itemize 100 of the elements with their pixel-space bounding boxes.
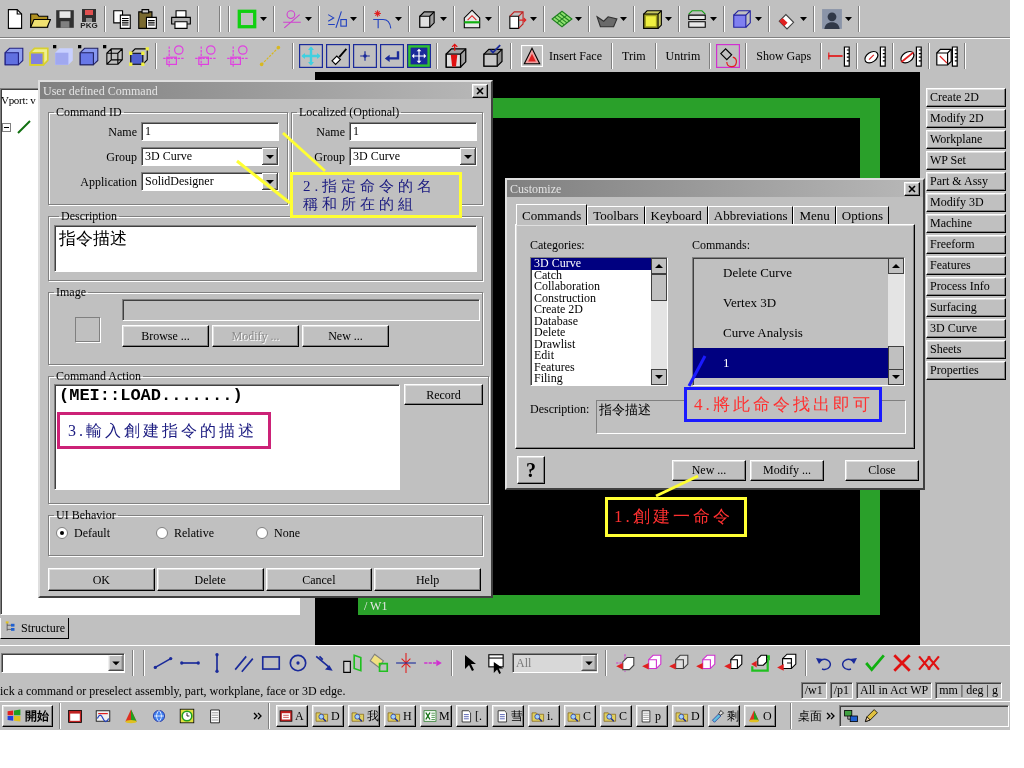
check-icon[interactable] xyxy=(864,652,886,674)
asterisk-curve-icon[interactable] xyxy=(371,7,393,30)
taskbar-button[interactable]: 彗 xyxy=(492,705,524,727)
list-item[interactable]: Delete xyxy=(531,327,651,339)
folder-search-icon[interactable] xyxy=(315,709,329,723)
save-package-button[interactable]: PKG xyxy=(79,7,99,30)
cross-point-icon[interactable] xyxy=(395,652,417,674)
list-item[interactable]: Vertex 3D xyxy=(693,288,888,318)
notepad-icon[interactable] xyxy=(207,708,223,724)
button[interactable]: OK xyxy=(48,568,155,591)
taskbar-button[interactable]: O xyxy=(744,705,776,727)
chevron-icon[interactable] xyxy=(253,712,262,720)
button[interactable]: Modify ... xyxy=(750,459,824,481)
close-button[interactable] xyxy=(472,83,488,98)
tab[interactable]: Commands xyxy=(516,204,588,225)
dropdown-field[interactable] xyxy=(1,653,125,673)
dropdown-arrow-icon[interactable] xyxy=(108,655,124,671)
move-arrows-icon[interactable] xyxy=(299,43,323,68)
caret-icon[interactable] xyxy=(575,16,582,21)
caret-icon[interactable] xyxy=(485,16,492,21)
button[interactable]: Close xyxy=(845,459,919,481)
cube-check-icon[interactable] xyxy=(481,43,505,68)
text-field[interactable]: 1 xyxy=(141,122,279,141)
diamond-face-icon[interactable] xyxy=(368,652,390,674)
menu-button[interactable]: Process Info xyxy=(926,277,1006,296)
dropdown-field[interactable]: 3D Curve xyxy=(141,147,279,166)
menu-button[interactable]: Create 2D xyxy=(926,88,1006,107)
copy-icon[interactable] xyxy=(111,7,133,30)
caret-icon[interactable] xyxy=(800,16,807,21)
menu-button[interactable]: Freeform xyxy=(926,235,1006,254)
folder-search-icon[interactable] xyxy=(567,709,581,723)
network-icon[interactable] xyxy=(843,708,859,724)
radio-button[interactable] xyxy=(256,527,268,539)
button[interactable]: New ... xyxy=(302,325,389,347)
collapse-icon[interactable] xyxy=(2,122,11,132)
menu-button[interactable]: Modify 2D xyxy=(926,109,1006,128)
menu-button[interactable]: WP Set xyxy=(926,151,1006,170)
list-item[interactable]: Filing xyxy=(531,373,651,385)
program-icon[interactable] xyxy=(279,709,293,723)
marker-pen-icon[interactable] xyxy=(711,709,725,723)
untrim-button[interactable]: Untrim xyxy=(661,41,705,70)
button[interactable]: New ... xyxy=(672,459,746,481)
caret-icon[interactable] xyxy=(305,16,312,21)
scrollbar[interactable] xyxy=(651,258,667,385)
stack-icon[interactable] xyxy=(686,7,708,30)
package-floppy-icon[interactable] xyxy=(79,7,99,22)
tab[interactable]: Menu xyxy=(793,206,836,224)
radio-button[interactable] xyxy=(56,527,68,539)
menu-button[interactable]: Properties xyxy=(926,361,1006,380)
text-field[interactable]: 1 xyxy=(349,122,477,141)
close-icon[interactable] xyxy=(908,184,916,193)
radio-button[interactable] xyxy=(156,527,168,539)
folder-search-icon[interactable] xyxy=(351,709,365,723)
taskbar-button[interactable]: i. xyxy=(528,705,560,727)
select-assembly-icon[interactable] xyxy=(776,652,798,674)
select-point-icon[interactable] xyxy=(614,652,636,674)
document-icon[interactable] xyxy=(495,709,509,723)
app-window-icon[interactable] xyxy=(67,708,83,724)
chevron-icon[interactable] xyxy=(826,712,835,720)
taskbar-button[interactable]: D xyxy=(672,705,704,727)
button[interactable]: Delete xyxy=(156,568,264,591)
expand-arrows-icon[interactable] xyxy=(407,43,431,68)
taskbar-button[interactable]: p xyxy=(636,705,668,727)
dropdown-arrow-icon[interactable] xyxy=(262,148,278,165)
caret-icon[interactable] xyxy=(710,16,717,21)
taskbar-button[interactable]: H xyxy=(384,705,416,727)
taskbar-button[interactable]: 我 xyxy=(348,705,380,727)
box-measure-icon[interactable] xyxy=(935,43,960,68)
caret-icon[interactable] xyxy=(530,16,537,21)
cube-icon[interactable] xyxy=(731,7,753,30)
person-icon[interactable] xyxy=(821,7,843,30)
folder-search-icon[interactable] xyxy=(387,709,401,723)
show-gaps-button[interactable]: Show Gaps xyxy=(752,41,816,70)
clipboard-icon[interactable] xyxy=(136,7,158,30)
vertex-cube-icon[interactable] xyxy=(128,44,150,67)
menu-button[interactable]: 3D Curve xyxy=(926,319,1006,338)
list-item[interactable]: Catch xyxy=(531,269,651,281)
triangle-icon[interactable] xyxy=(521,44,543,67)
taskbar-button[interactable]: C xyxy=(564,705,596,727)
list-item[interactable]: Edit xyxy=(531,350,651,362)
menu-button[interactable]: Surfacing xyxy=(926,298,1006,317)
close-icon[interactable] xyxy=(476,86,484,95)
menu-button[interactable]: Sheets xyxy=(926,340,1006,359)
description-field[interactable]: 指令描述 xyxy=(54,225,477,272)
diameter-measure-icon[interactable] xyxy=(899,43,924,68)
face-rotate-icon[interactable] xyxy=(716,43,741,68)
menu-button[interactable]: Features xyxy=(926,256,1006,275)
folder-search-icon[interactable] xyxy=(675,709,689,723)
spreadsheet-icon[interactable] xyxy=(423,709,437,723)
taskbar-button[interactable]: [. xyxy=(456,705,488,727)
menu-button[interactable]: Part & Assy xyxy=(926,172,1006,191)
button[interactable]: Help xyxy=(374,568,481,591)
folder-search-icon[interactable] xyxy=(603,709,617,723)
list-item[interactable]: 3D Curve xyxy=(531,258,651,270)
caret-icon[interactable] xyxy=(350,16,357,21)
clock-icon[interactable] xyxy=(179,708,195,724)
cone-icon[interactable] xyxy=(747,709,761,723)
list-item[interactable]: Database xyxy=(531,315,651,327)
cube-corner-icon[interactable] xyxy=(78,44,100,67)
list-item[interactable]: Delete Curve xyxy=(693,258,888,288)
